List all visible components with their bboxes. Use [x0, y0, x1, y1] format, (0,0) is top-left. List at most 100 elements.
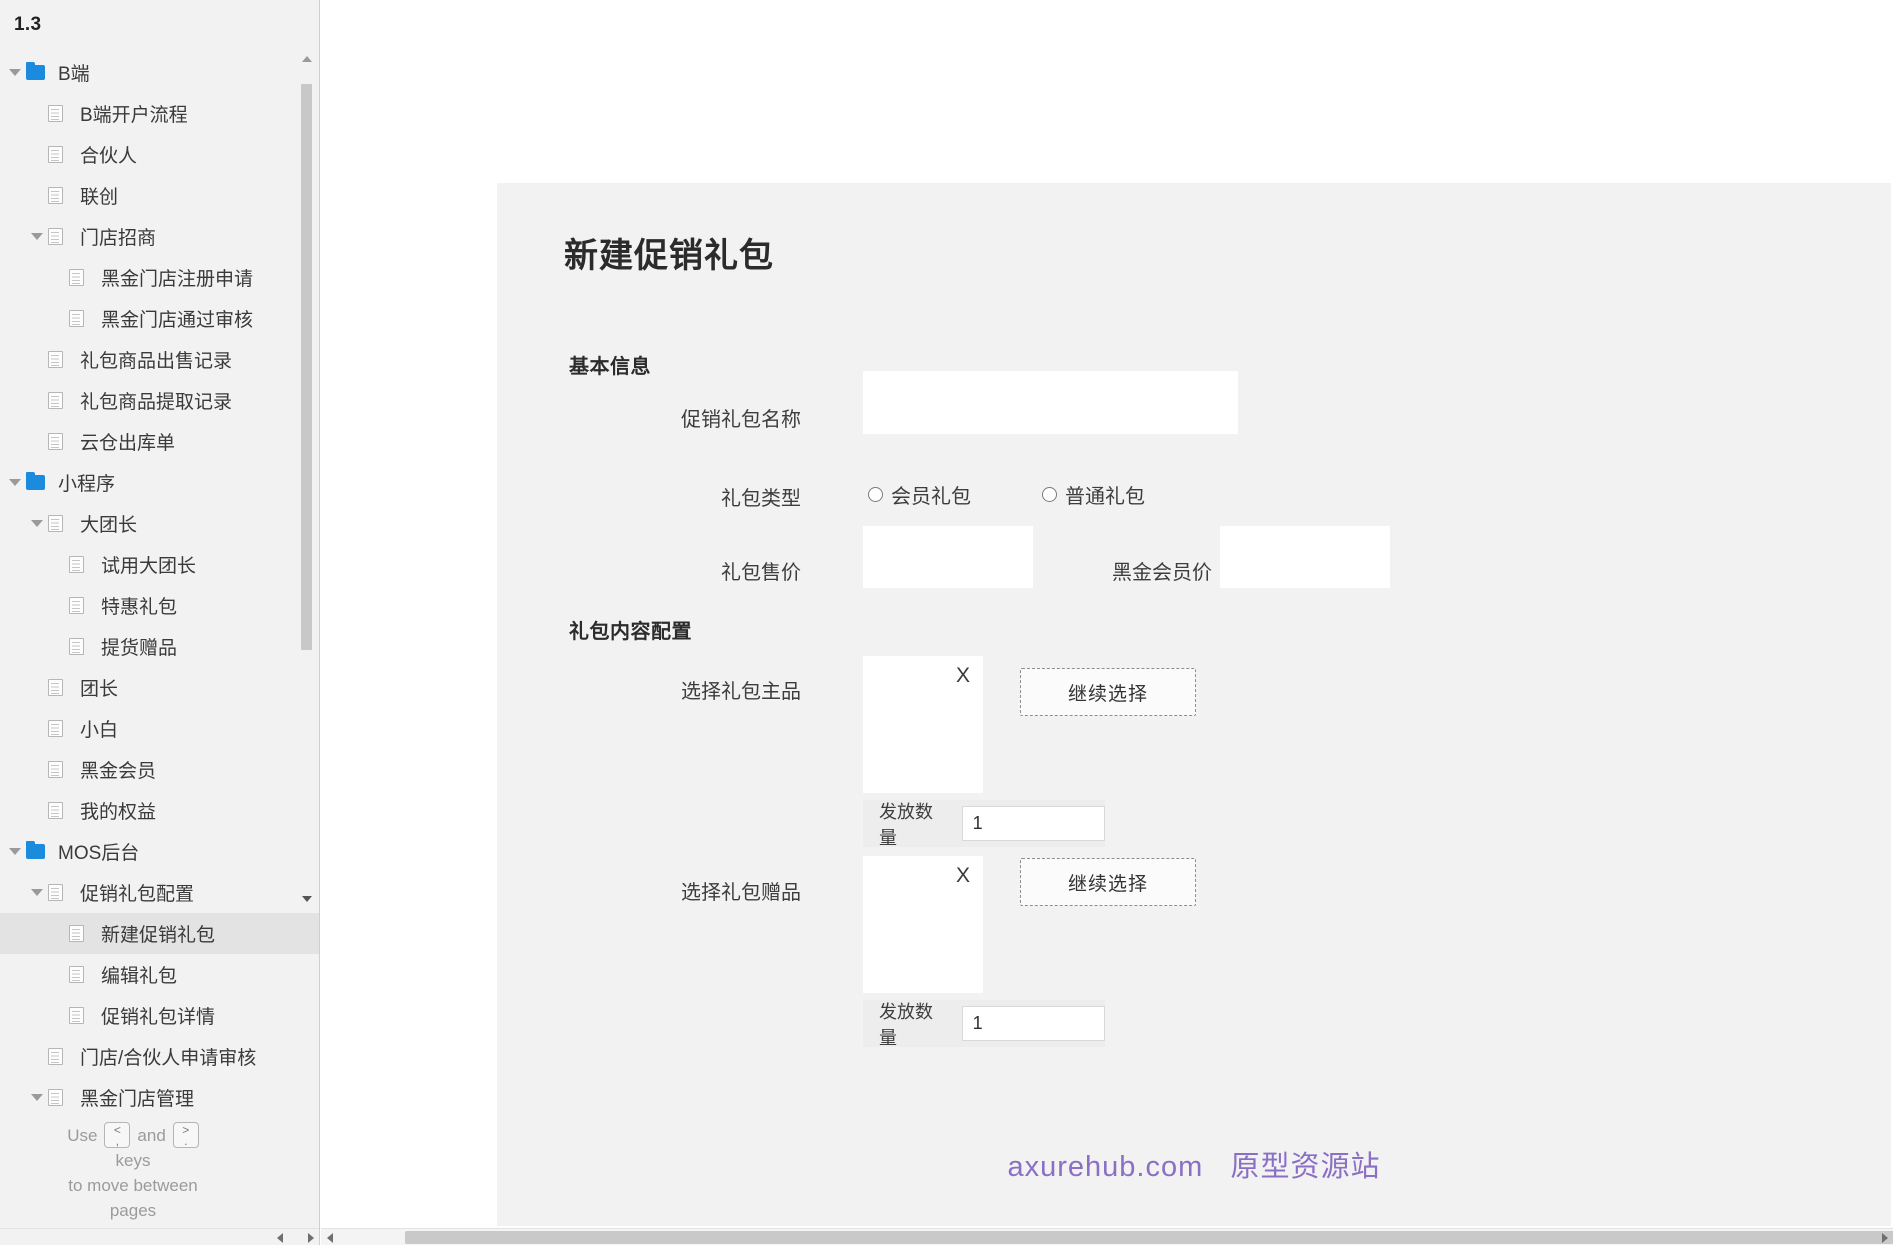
- tree-item-label: 促销礼包配置: [80, 884, 195, 905]
- tree-item[interactable]: 礼包商品提取记录: [0, 380, 319, 421]
- input-vip-price[interactable]: [1220, 526, 1390, 588]
- section-header-content-config: 礼包内容配置: [569, 621, 692, 643]
- tree-item-label: 门店/合伙人申请审核: [80, 1048, 257, 1069]
- label-main-quantity: 发放数量: [879, 801, 933, 848]
- radio-normal-package[interactable]: 普通礼包: [1042, 480, 1145, 509]
- tree-item-label: B端: [58, 64, 90, 85]
- page-icon: [69, 597, 95, 614]
- chevron-down-icon[interactable]: [4, 69, 26, 76]
- tree-item-label: 礼包商品出售记录: [80, 351, 233, 372]
- radio-circle-icon[interactable]: [868, 487, 883, 502]
- sidebar-scroll-right-icon[interactable]: [303, 1229, 318, 1245]
- tree-item[interactable]: 特惠礼包: [0, 585, 319, 626]
- canvas-horizontal-scrollbar[interactable]: [321, 1228, 1893, 1245]
- tree-item[interactable]: 黑金会员: [0, 749, 319, 790]
- tree-item-label: 我的权益: [80, 802, 157, 823]
- sidebar-horizontal-scrollbar[interactable]: [0, 1228, 319, 1245]
- canvas-scrollbar-thumb[interactable]: [405, 1231, 1893, 1244]
- tree-item-label: 合伙人: [80, 146, 138, 167]
- tree-item[interactable]: 提货赠品: [0, 626, 319, 667]
- gift-product-continue-select-button[interactable]: 继续选择: [1020, 858, 1196, 906]
- input-main-quantity[interactable]: 1: [961, 806, 1105, 841]
- tree-item[interactable]: 云仓出库单: [0, 421, 319, 462]
- tree-item[interactable]: 联创: [0, 175, 319, 216]
- scroll-up-icon[interactable]: [300, 52, 313, 66]
- watermark-subtitle: 原型资源站: [1230, 1151, 1381, 1183]
- main-product-remove-icon[interactable]: X: [956, 664, 970, 688]
- input-package-price[interactable]: [863, 526, 1033, 588]
- tree-item-label: 小程序: [58, 474, 116, 495]
- main-product-continue-select-button[interactable]: 继续选择: [1020, 668, 1196, 716]
- page-icon: [69, 310, 95, 327]
- tree-item-label: 促销礼包详情: [101, 1007, 216, 1028]
- tree-vertical-scrollbar[interactable]: [300, 52, 313, 907]
- tree-item[interactable]: 黑金门店通过审核: [0, 298, 319, 339]
- tree-item-label: MOS后台: [58, 843, 140, 864]
- tree-item-label: 新建促销礼包: [101, 925, 216, 946]
- canvas-scroll-left-icon[interactable]: [321, 1229, 338, 1245]
- gift-product-remove-icon[interactable]: X: [956, 864, 970, 888]
- tree-item[interactable]: 合伙人: [0, 134, 319, 175]
- prototype-version-label: 1.3: [14, 14, 42, 35]
- sidebar-scroll-left-icon[interactable]: [272, 1229, 287, 1245]
- chevron-down-icon[interactable]: [4, 848, 26, 855]
- input-package-name[interactable]: [863, 371, 1238, 434]
- tree-item[interactable]: 团长: [0, 667, 319, 708]
- folder-icon: [26, 62, 52, 80]
- tree-item[interactable]: B端开户流程: [0, 93, 319, 134]
- keyboard-hint: Use < , and > . keys to move between pag…: [0, 1122, 266, 1223]
- radio-member-package[interactable]: 会员礼包: [868, 480, 971, 509]
- tree-item[interactable]: 我的权益: [0, 790, 319, 831]
- next-key-lower-glyph: .: [184, 1134, 188, 1148]
- page-tree[interactable]: B端 B端开户流程合伙人联创 门店招商 黑金门店注册申请 黑金门店通过审核礼包商品出售记…: [0, 52, 319, 1107]
- tree-item-label: 试用大团长: [101, 556, 197, 577]
- page-icon: [48, 1089, 74, 1106]
- page-icon: [48, 679, 74, 696]
- radio-label-member-package: 会员礼包: [891, 486, 971, 508]
- prototype-canvas: 新建促销礼包 基本信息 促销礼包名称 礼包类型 会员礼包 普通礼包 礼包售价 黑…: [321, 0, 1893, 1245]
- tree-item[interactable]: 黑金门店管理: [0, 1077, 319, 1107]
- page-icon: [48, 146, 74, 163]
- tree-item[interactable]: 门店/合伙人申请审核: [0, 1036, 319, 1077]
- tree-item[interactable]: 门店招商: [0, 216, 319, 257]
- scroll-down-icon[interactable]: [300, 892, 313, 906]
- input-gift-quantity[interactable]: 1: [961, 1006, 1105, 1041]
- radio-circle-icon[interactable]: [1042, 487, 1057, 502]
- tree-item[interactable]: 黑金门店注册申请: [0, 257, 319, 298]
- chevron-down-icon[interactable]: [26, 1094, 48, 1101]
- scrollbar-thumb[interactable]: [301, 84, 312, 650]
- sidebar: 1.3 B端 B端开户流程 合伙人 联创 门店招商 黑金门店注册申请 黑金门店通过审核 礼包商…: [0, 0, 320, 1245]
- hint-line-4: pages: [109, 1201, 157, 1220]
- tree-item[interactable]: 礼包商品出售记录: [0, 339, 319, 380]
- hint-use-text: Use: [67, 1125, 98, 1145]
- radio-label-normal-package: 普通礼包: [1065, 486, 1145, 508]
- tree-item[interactable]: 大团长: [0, 503, 319, 544]
- tree-item[interactable]: 促销礼包详情: [0, 995, 319, 1036]
- tree-item[interactable]: 试用大团长: [0, 544, 319, 585]
- folder-icon: [26, 841, 52, 859]
- chevron-down-icon[interactable]: [4, 479, 26, 486]
- canvas-scroll-right-icon[interactable]: [1876, 1229, 1893, 1245]
- page-icon: [69, 925, 95, 942]
- tree-item[interactable]: MOS后台: [0, 831, 319, 872]
- tree-item-label: 特惠礼包: [101, 597, 178, 618]
- page-icon: [48, 802, 74, 819]
- tree-item[interactable]: 新建促销礼包: [0, 913, 319, 954]
- section-header-basic-info: 基本信息: [569, 356, 651, 378]
- page-icon: [48, 761, 74, 778]
- tree-item-label: 小白: [80, 720, 119, 741]
- main-product-quantity-row: 发放数量 1: [863, 800, 1105, 848]
- tree-item[interactable]: 促销礼包配置: [0, 872, 319, 913]
- chevron-down-icon[interactable]: [26, 233, 48, 240]
- tree-item[interactable]: 编辑礼包: [0, 954, 319, 995]
- tree-item[interactable]: 小程序: [0, 462, 319, 503]
- page-icon: [69, 638, 95, 655]
- chevron-down-icon[interactable]: [26, 520, 48, 527]
- label-gift-quantity: 发放数量: [879, 1001, 933, 1048]
- tree-item[interactable]: B端: [0, 52, 319, 93]
- label-package-price: 礼包售价: [721, 562, 801, 584]
- page-icon: [69, 966, 95, 983]
- tree-item[interactable]: 小白: [0, 708, 319, 749]
- chevron-down-icon[interactable]: [26, 889, 48, 896]
- page-icon: [48, 515, 74, 532]
